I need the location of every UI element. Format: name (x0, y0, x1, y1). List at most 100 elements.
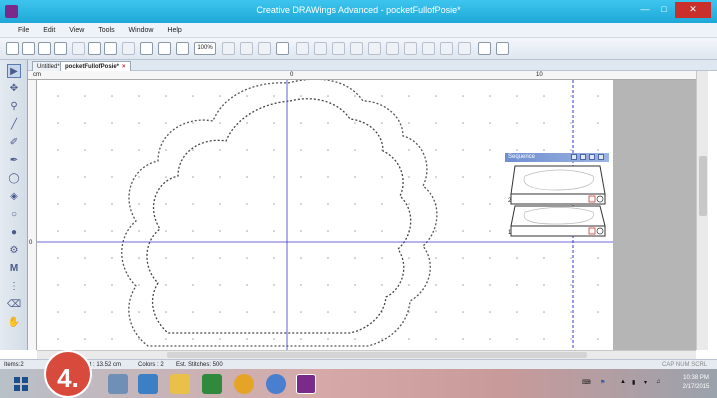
browser-icon[interactable] (266, 374, 286, 394)
close-button[interactable]: ✕ (675, 2, 711, 18)
shape-tool-icon[interactable]: ◯ (7, 172, 21, 186)
sequence-item[interactable]: 2 (508, 165, 606, 205)
grid-dot (597, 284, 599, 286)
grid-dot (192, 230, 194, 232)
print-icon[interactable] (54, 42, 67, 55)
tab-pocketfullofposie[interactable]: pocketFullofPosie* × (60, 61, 131, 71)
flower-outline-outer[interactable] (121, 78, 438, 347)
menu-window[interactable]: Window (123, 23, 160, 38)
item-visibility-icon[interactable] (596, 195, 604, 203)
file-explorer-icon[interactable] (108, 374, 128, 394)
brush-tool-icon[interactable]: ✒ (7, 154, 21, 168)
grid-dot (381, 284, 383, 286)
monogram-tool-icon[interactable]: M (7, 262, 21, 276)
grid-dot (381, 176, 383, 178)
panel-down-icon[interactable] (589, 154, 595, 160)
scroll-thumb[interactable] (167, 352, 587, 358)
horizontal-ruler[interactable]: cm 0 10 (28, 71, 696, 80)
vertical-scrollbar[interactable] (696, 71, 708, 350)
align-center-icon[interactable] (314, 42, 327, 55)
sequence-panel-header[interactable]: Sequence (505, 153, 609, 162)
line-tool-icon[interactable]: ╱ (7, 118, 21, 132)
maximize-button[interactable]: □ (655, 2, 673, 18)
grid-dot (570, 95, 572, 97)
grid-dot (543, 338, 545, 340)
system-clock[interactable]: 10:38 PM 2/17/2015 (676, 374, 716, 392)
menu-tools[interactable]: Tools (92, 23, 120, 38)
item-visibility-icon[interactable] (596, 227, 604, 235)
circle-tool-icon[interactable]: ● (7, 226, 21, 240)
item-delete-icon[interactable] (588, 195, 596, 203)
action-center-icon[interactable]: ⚑ (600, 379, 605, 386)
network-icon[interactable] (138, 374, 158, 394)
flower-outline-inner[interactable] (146, 98, 412, 334)
vertical-ruler[interactable]: 0 (28, 80, 37, 350)
align-middle-icon[interactable] (368, 42, 381, 55)
grid-dot (138, 122, 140, 124)
outline-icon[interactable] (258, 42, 271, 55)
clock-time: 10:38 PM (683, 375, 709, 381)
horizontal-scrollbar[interactable] (37, 350, 696, 359)
ungroup-icon[interactable] (458, 42, 471, 55)
menu-view[interactable]: View (63, 23, 90, 38)
measure-tool-icon[interactable]: ⋮ (7, 280, 21, 294)
node-tool-icon[interactable]: ✥ (7, 82, 21, 96)
fill-tool-icon[interactable]: ◈ (7, 190, 21, 204)
sequence-item[interactable]: 1 (508, 205, 606, 237)
menu-help[interactable]: Help (161, 23, 187, 38)
eraser-tool-icon[interactable]: ⌫ (7, 298, 21, 312)
text-tool-icon[interactable]: ⚙ (7, 244, 21, 258)
panel-close-icon[interactable] (598, 154, 604, 160)
select-icon[interactable] (276, 42, 289, 55)
redo-icon[interactable] (122, 42, 135, 55)
grid-dot (408, 203, 410, 205)
align-right-icon[interactable] (332, 42, 345, 55)
align-top-icon[interactable] (350, 42, 363, 55)
edit-points-icon[interactable] (496, 42, 509, 55)
copy-icon[interactable] (88, 42, 101, 55)
draw-icon[interactable] (478, 42, 491, 55)
volume-icon[interactable]: ♫ (656, 379, 661, 385)
grid-dot (489, 338, 491, 340)
undo-icon[interactable] (104, 42, 117, 55)
minimize-button[interactable]: — (636, 2, 654, 18)
pen-tool-icon[interactable]: ✐ (7, 136, 21, 150)
pan-icon[interactable] (158, 42, 171, 55)
color-icon[interactable] (140, 42, 153, 55)
align-bottom-icon[interactable] (386, 42, 399, 55)
network-tray-icon[interactable]: ▾ (644, 379, 647, 386)
stitch-tool-icon[interactable]: ○ (7, 208, 21, 222)
menu-file[interactable]: File (12, 23, 35, 38)
zoom-fit-icon[interactable] (176, 42, 189, 55)
distribute-h-icon[interactable] (404, 42, 417, 55)
stitch-icon[interactable] (222, 42, 235, 55)
align-left-icon[interactable] (296, 42, 309, 55)
keyboard-icon[interactable]: ⌨ (582, 379, 591, 386)
chrome-icon[interactable] (234, 374, 254, 394)
panel-up-icon[interactable] (580, 154, 586, 160)
panel-pin-icon[interactable] (571, 154, 577, 160)
zoom-tool-icon[interactable]: ⚲ (7, 100, 21, 114)
excel-icon[interactable] (202, 374, 222, 394)
pointer-tool-icon[interactable]: ▶ (7, 64, 21, 78)
hand-tool-icon[interactable]: ✋ (7, 316, 21, 330)
open-icon[interactable] (22, 42, 35, 55)
zoom-level-dropdown[interactable]: 100% (194, 42, 216, 55)
menu-edit[interactable]: Edit (37, 23, 61, 38)
cut-icon[interactable] (72, 42, 85, 55)
grid-dot (165, 149, 167, 151)
fill-icon[interactable] (240, 42, 253, 55)
tray-expand-icon[interactable]: ▲ (620, 379, 626, 385)
folder-icon[interactable] (170, 374, 190, 394)
grid-dot (246, 230, 248, 232)
item-delete-icon[interactable] (588, 227, 596, 235)
scroll-thumb[interactable] (699, 156, 707, 216)
save-icon[interactable] (38, 42, 51, 55)
distribute-v-icon[interactable] (422, 42, 435, 55)
new-icon[interactable] (6, 42, 19, 55)
windows-start-icon[interactable] (14, 377, 28, 391)
battery-icon[interactable]: ▮ (632, 379, 635, 386)
group-icon[interactable] (440, 42, 453, 55)
close-tab-icon[interactable]: × (122, 64, 126, 70)
drawings-app-icon[interactable] (296, 374, 316, 394)
